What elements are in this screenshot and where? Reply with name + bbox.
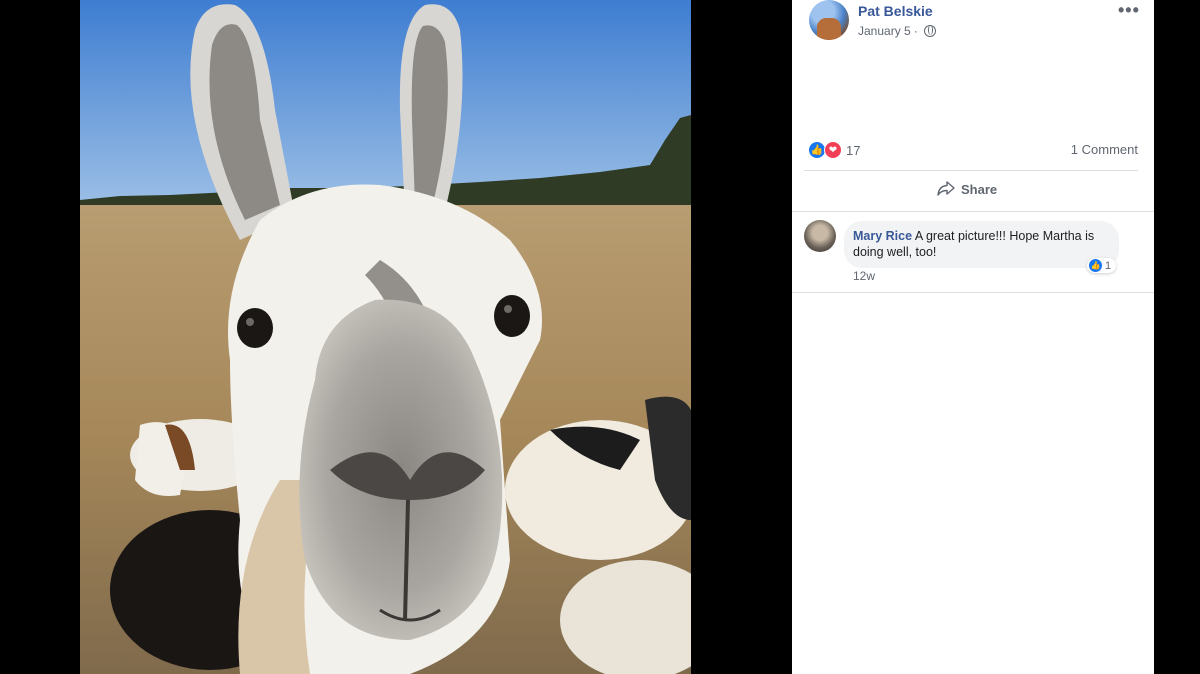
love-reaction-icon: ❤	[824, 141, 842, 159]
post-detail-panel: Pat Belskie January 5 · ••• 👍 ❤ 17 1 Com…	[792, 0, 1154, 674]
globe-icon[interactable]	[923, 25, 936, 37]
lightbox-backdrop	[1154, 0, 1200, 674]
llama-photo-illustration	[80, 0, 691, 674]
divider	[804, 170, 1138, 171]
post-photo[interactable]	[80, 0, 691, 674]
section-divider	[792, 211, 1154, 212]
more-options-icon[interactable]: •••	[1118, 0, 1140, 21]
post-author-name[interactable]: Pat Belskie	[858, 3, 933, 19]
comment-like-badge[interactable]: 👍 1	[1087, 258, 1117, 273]
post-meta: January 5 ·	[858, 24, 936, 38]
post-date[interactable]: January 5	[858, 24, 911, 38]
author-avatar[interactable]	[809, 0, 849, 40]
comment-bubble: Mary Rice A great picture!!! Hope Martha…	[844, 221, 1119, 268]
reaction-summary[interactable]: 👍 ❤ 17	[808, 141, 860, 159]
share-button[interactable]: Share	[937, 181, 997, 197]
meta-separator: ·	[913, 24, 918, 38]
comment-count-link[interactable]: 1 Comment	[1071, 142, 1138, 157]
commenter-avatar[interactable]	[804, 220, 836, 252]
commenter-name[interactable]: Mary Rice	[853, 229, 912, 243]
share-label: Share	[961, 181, 998, 197]
comment-like-count: 1	[1105, 259, 1112, 272]
like-reaction-icon: 👍	[1089, 259, 1102, 272]
share-arrow-icon	[937, 181, 955, 196]
comments-end-divider	[792, 292, 1154, 293]
comment-timestamp[interactable]: 12w	[853, 269, 875, 283]
reaction-count: 17	[846, 142, 861, 158]
